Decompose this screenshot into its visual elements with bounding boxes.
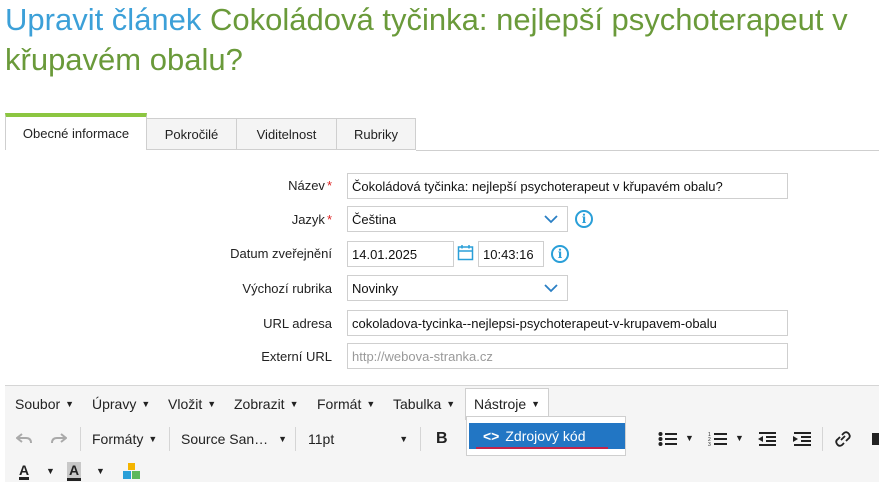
redo-icon[interactable] bbox=[51, 432, 67, 446]
menu-table[interactable]: Tabulka ▼ bbox=[393, 386, 455, 422]
url-input[interactable]: cokoladova-tycinka--nejlepsi-psychoterap… bbox=[347, 310, 788, 336]
numbered-list-dropdown[interactable]: ▼ bbox=[735, 433, 744, 443]
time-input[interactable]: 10:43:16 bbox=[478, 241, 544, 267]
bullet-list-icon[interactable] bbox=[658, 431, 678, 447]
tab-general[interactable]: Obecné informace bbox=[5, 113, 147, 150]
tab-visibility[interactable]: Viditelnost bbox=[237, 118, 337, 150]
tab-advanced[interactable]: Pokročilé bbox=[147, 118, 237, 150]
tab-divider bbox=[416, 150, 879, 151]
date-input[interactable]: 14.01.2025 bbox=[347, 241, 454, 267]
text-color-button[interactable]: A bbox=[19, 463, 30, 480]
image-icon[interactable] bbox=[871, 431, 879, 447]
outdent-icon[interactable] bbox=[757, 431, 777, 447]
info-icon[interactable]: i bbox=[575, 210, 593, 228]
page-title: Upravit článek Cokoládová tyčinka: nejle… bbox=[5, 0, 879, 80]
toolbar-separator bbox=[80, 427, 81, 451]
font-family-dropdown[interactable]: Source San… ▼ bbox=[181, 431, 287, 447]
url-label: URL adresa bbox=[263, 316, 332, 331]
rubric-select[interactable]: Novinky bbox=[347, 275, 568, 301]
tab-advanced-label: Pokročilé bbox=[164, 126, 219, 142]
chevron-down-icon bbox=[544, 284, 558, 293]
editor-toolbar: Formáty ▼ Source San… ▼ 11pt ▼ B ▼ 1 2 3 ▼ … bbox=[5, 421, 879, 482]
required-mark: * bbox=[326, 212, 332, 227]
color-grid-icon[interactable] bbox=[123, 463, 140, 480]
toolbar-separator bbox=[169, 427, 170, 451]
menu-view[interactable]: Zobrazit ▼ bbox=[234, 386, 299, 422]
undo-icon[interactable] bbox=[16, 432, 32, 446]
toolbar-separator bbox=[822, 427, 823, 451]
menu-file[interactable]: Soubor ▼ bbox=[15, 386, 74, 422]
menu-format[interactable]: Formát ▼ bbox=[317, 386, 375, 422]
tab-general-label: Obecné informace bbox=[22, 126, 130, 141]
language-label: Jazyk * bbox=[291, 212, 332, 227]
language-value: Čeština bbox=[352, 211, 397, 227]
rubric-label: Výchozí rubrika bbox=[242, 281, 332, 296]
background-color-button[interactable]: A bbox=[67, 462, 82, 481]
name-label: Název * bbox=[288, 178, 332, 193]
page-title-prefix: Upravit článek bbox=[5, 2, 202, 37]
source-code-label: Zdrojový kód bbox=[505, 428, 586, 444]
menu-insert[interactable]: Vložit ▼ bbox=[168, 386, 216, 422]
bold-button[interactable]: B bbox=[436, 430, 448, 448]
formats-dropdown[interactable]: Formáty ▼ bbox=[92, 431, 157, 447]
indent-icon[interactable] bbox=[792, 431, 812, 447]
external-url-input[interactable]: http://webova-stranka.cz bbox=[347, 343, 788, 369]
link-icon[interactable] bbox=[834, 431, 852, 447]
date-label: Datum zveřejnění bbox=[230, 246, 332, 261]
chevron-down-icon bbox=[544, 215, 558, 224]
rubric-value: Novinky bbox=[352, 280, 399, 296]
tab-bar: Obecné informace Pokročilé Viditelnost R… bbox=[5, 113, 416, 151]
menu-edit[interactable]: Úpravy ▼ bbox=[92, 386, 150, 422]
required-mark: * bbox=[326, 178, 332, 193]
code-icon: <> bbox=[483, 428, 500, 444]
language-select[interactable]: Čeština bbox=[347, 206, 568, 232]
info-icon[interactable]: i bbox=[551, 245, 569, 263]
calendar-icon[interactable] bbox=[457, 244, 474, 261]
tab-visibility-label: Viditelnost bbox=[256, 126, 317, 142]
annotation-underline bbox=[476, 447, 608, 449]
tab-rubrics[interactable]: Rubriky bbox=[337, 118, 416, 150]
background-color-dropdown[interactable]: ▼ bbox=[96, 466, 105, 476]
text-color-dropdown[interactable]: ▼ bbox=[46, 466, 55, 476]
tab-rubrics-label: Rubriky bbox=[353, 126, 399, 142]
bullet-list-dropdown[interactable]: ▼ bbox=[685, 433, 694, 443]
source-code-menu-item[interactable]: <> Zdrojový kód bbox=[469, 423, 625, 449]
name-input[interactable]: Čokoládová tyčinka: nejlepší psychoterap… bbox=[347, 173, 788, 199]
toolbar-separator bbox=[295, 427, 296, 451]
numbered-list-icon[interactable]: 1 2 3 bbox=[708, 431, 728, 447]
toolbar-separator bbox=[420, 427, 421, 451]
editor-menubar: Soubor ▼ Úpravy ▼ Vložit ▼ Zobrazit ▼ Formát… bbox=[5, 385, 879, 422]
font-size-dropdown[interactable]: 11pt ▼ bbox=[308, 431, 408, 447]
external-url-label: Externí URL bbox=[261, 349, 332, 364]
tools-dropdown: <> Zdrojový kód bbox=[466, 416, 626, 456]
svg-text:3: 3 bbox=[708, 442, 711, 447]
